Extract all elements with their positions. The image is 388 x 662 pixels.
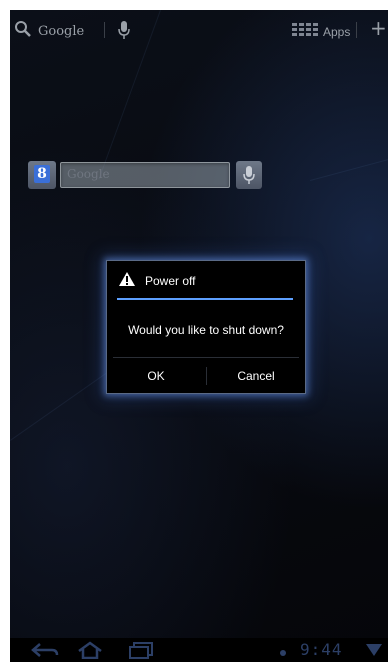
system-bar: 9:44: [10, 638, 388, 662]
mic-icon: [118, 21, 130, 44]
apps-grid-icon: [292, 22, 318, 41]
home-screen: Google Apps + 8 Google Power off Would y…: [10, 10, 388, 662]
top-search-button[interactable]: Google: [14, 20, 84, 42]
notification-icon: [278, 644, 288, 662]
google-logo-button[interactable]: 8: [28, 161, 56, 189]
search-icon: [14, 20, 32, 42]
dialog-title: Power off: [119, 271, 195, 290]
recent-apps-icon[interactable]: [128, 641, 154, 662]
wallpaper-line: [10, 371, 109, 441]
apps-label: Apps: [323, 24, 351, 39]
divider: [356, 22, 357, 38]
cancel-button[interactable]: Cancel: [207, 361, 305, 391]
search-placeholder: Google: [67, 167, 110, 181]
battery-icon: [366, 642, 382, 662]
google-logo-icon: 8: [34, 165, 50, 183]
divider: [104, 22, 105, 38]
dialog-title-divider: [117, 298, 293, 300]
power-off-dialog: Power off Would you like to shut down? O…: [106, 260, 306, 394]
status-clock[interactable]: 9:44: [300, 640, 343, 659]
top-bar: Google Apps +: [10, 10, 388, 50]
home-icon[interactable]: [76, 641, 104, 662]
plus-icon[interactable]: +: [370, 16, 387, 40]
ok-button[interactable]: OK: [107, 361, 205, 391]
back-icon[interactable]: [30, 641, 60, 662]
google-search-field[interactable]: Google: [60, 162, 230, 188]
widget-voice-search-button[interactable]: [236, 161, 262, 189]
google-search-widget: 8 Google: [28, 160, 262, 190]
top-search-label: Google: [38, 23, 85, 39]
wallpaper-line: [310, 156, 388, 181]
dialog-title-text: Power off: [145, 273, 196, 288]
voice-search-button[interactable]: [118, 20, 130, 44]
warning-icon: [119, 271, 135, 290]
dialog-button-divider: [113, 357, 299, 358]
dialog-message: Would you like to shut down?: [128, 323, 284, 337]
mic-icon: [243, 165, 255, 189]
apps-button[interactable]: Apps: [292, 22, 350, 41]
